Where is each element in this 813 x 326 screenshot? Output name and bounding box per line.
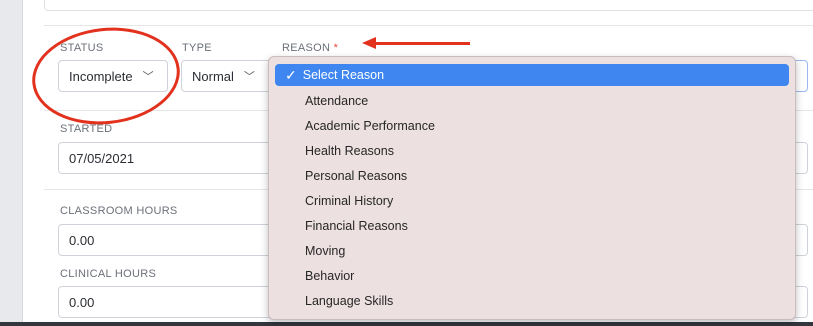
divider (44, 25, 813, 26)
menu-item-personal-reasons[interactable]: Personal Reasons (305, 169, 407, 183)
menu-item-financial-reasons[interactable]: Financial Reasons (305, 219, 408, 233)
started-label: STARTED (60, 123, 113, 135)
menu-item-select-reason[interactable]: ✓ Select Reason (275, 64, 789, 86)
reason-label: REASON * (282, 42, 338, 54)
menu-item-language-skills[interactable]: Language Skills (305, 294, 393, 308)
chevron-down-icon: ﹀ (243, 71, 255, 83)
reason-dropdown-menu[interactable]: ✓ Select Reason Attendance Academic Perf… (268, 56, 796, 320)
menu-item-health-reasons[interactable]: Health Reasons (305, 144, 394, 158)
required-asterisk: * (333, 42, 339, 54)
annotation-arrow-shaft (376, 42, 470, 45)
type-select[interactable]: Normal ﹀ (181, 60, 271, 92)
clinical-hours-value: 0.00 (69, 294, 95, 310)
type-value: Normal (192, 68, 234, 84)
menu-item-criminal-history[interactable]: Criminal History (305, 194, 393, 208)
menu-item-academic-performance[interactable]: Academic Performance (305, 119, 435, 133)
checkmark-icon: ✓ (285, 66, 297, 83)
menu-item-attendance[interactable]: Attendance (305, 94, 368, 108)
classroom-hours-value: 0.00 (69, 232, 95, 248)
previous-section-edge (44, 0, 813, 11)
type-label: TYPE (182, 42, 212, 54)
reason-label-text: REASON (282, 42, 331, 54)
classroom-hours-label: CLASSROOM HOURS (60, 205, 178, 217)
left-rail (0, 0, 23, 326)
started-value: 07/05/2021 (69, 150, 135, 166)
menu-item-behavior[interactable]: Behavior (305, 269, 354, 283)
annotation-arrow-head (362, 37, 376, 49)
menu-item-label: Select Reason (302, 68, 385, 82)
window-bottom-edge (0, 322, 813, 326)
clinical-hours-label: CLINICAL HOURS (60, 268, 157, 280)
menu-item-moving[interactable]: Moving (305, 244, 345, 258)
